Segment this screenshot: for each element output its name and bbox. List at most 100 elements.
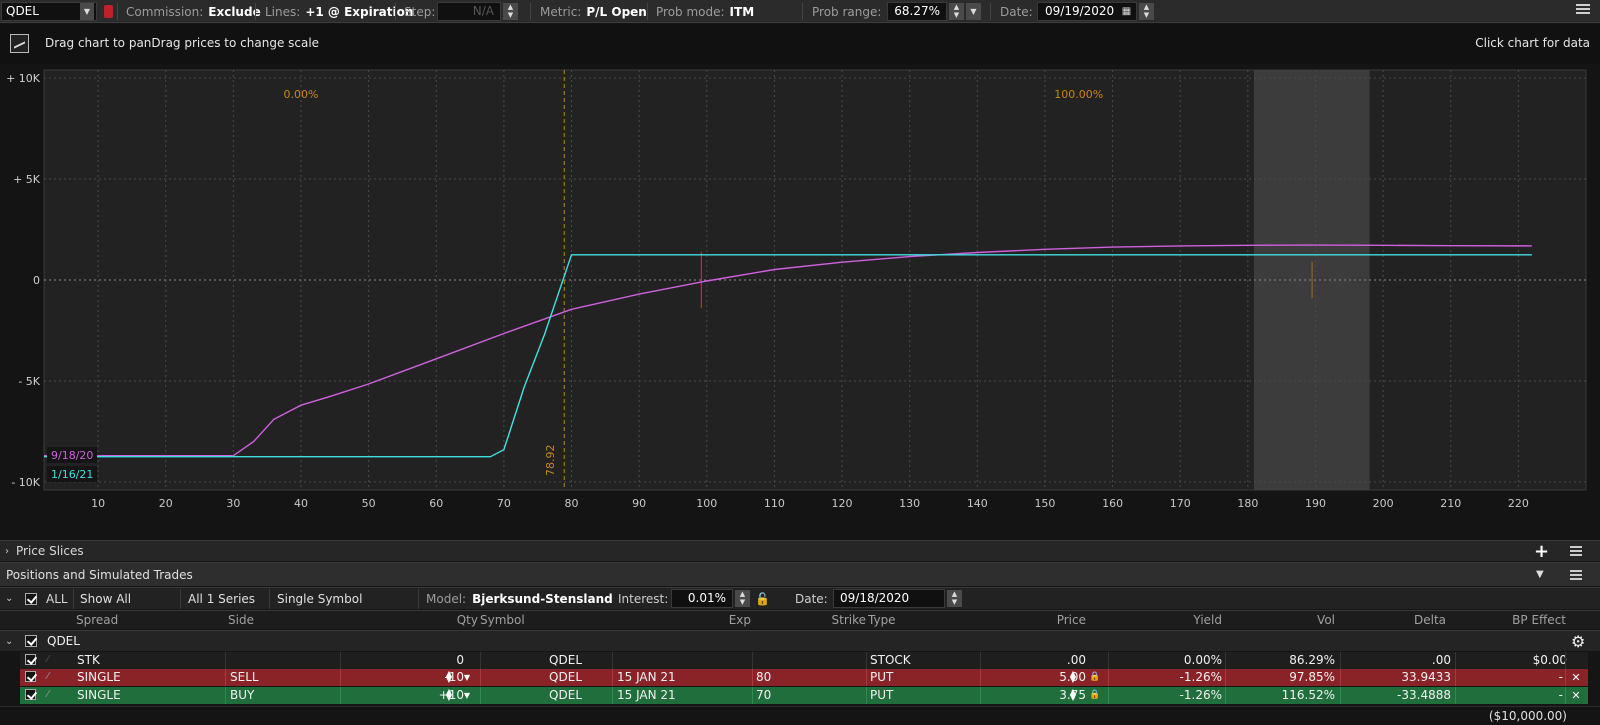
price-spinner-icon[interactable]: ▲ ▼ — [1068, 670, 1078, 684]
price-slices-bar[interactable]: › Price Slices + — [0, 540, 1600, 562]
col-yield[interactable]: Yield — [1160, 611, 1222, 630]
col-bp-effect[interactable]: BP Effect — [1490, 611, 1566, 630]
toolbar-menu-icon[interactable] — [1576, 4, 1590, 18]
series-dropdown[interactable]: All 1 Series — [182, 588, 270, 609]
group-chevron-icon[interactable]: ⌄ — [5, 636, 13, 647]
qty-spinner-icon[interactable]: ▲ ▼ — [444, 670, 454, 684]
lock-icon[interactable]: 🔒 — [1089, 671, 1100, 684]
symbol-dropdown-icon[interactable]: ▼ — [80, 3, 94, 20]
symbol-mode-dropdown[interactable]: Single Symbol — [271, 588, 419, 609]
cell-yield: 0.00% — [1183, 653, 1222, 667]
positions-filter-row: ⌄ ALL Show All All 1 Series Single Symbo… — [0, 587, 1600, 609]
lock-icon[interactable]: 🔒 — [1089, 689, 1100, 702]
row-checkbox[interactable] — [25, 654, 36, 665]
cell-exp[interactable] — [617, 652, 737, 669]
trade-graph-icon[interactable]: ⁄ — [47, 689, 67, 702]
position-row[interactable]: ⁄ STK 0 QDEL STOCK .00 0.00% 86.29% .00 $0.00 — [0, 652, 1600, 669]
col-symbol[interactable]: Symbol — [480, 611, 525, 630]
sim-date-spinner-icon[interactable]: ▲ ▼ — [947, 590, 962, 607]
col-exp[interactable]: Exp — [690, 611, 751, 630]
gear-icon[interactable]: ⚙ — [1571, 631, 1585, 651]
cell-strike[interactable]: 70 — [756, 687, 856, 704]
interest-input[interactable]: 0.01% — [671, 589, 733, 608]
position-row[interactable]: ⁄ SINGLE SELL -10 QDEL 15 JAN 21 80 PUT 5.00 -1.2… — [0, 669, 1600, 686]
cell-price[interactable]: .00 — [980, 652, 1086, 669]
lines-setting[interactable]: Lines: +1 @ Expiration — [265, 0, 413, 23]
col-type[interactable]: Type — [868, 611, 896, 630]
cell-strike[interactable]: 80 — [756, 669, 856, 686]
col-vol[interactable]: Vol — [1280, 611, 1335, 630]
row-checkbox[interactable] — [25, 689, 36, 700]
model-value[interactable]: Bjerksund-Stensland — [472, 592, 613, 606]
metric-setting[interactable]: Metric: P/L Open — [540, 0, 647, 23]
date-spinner-icon[interactable]: ▲ ▼ — [1139, 3, 1154, 20]
remove-row-icon[interactable]: ✕ — [1571, 689, 1581, 702]
cell-exp[interactable]: 15 JAN 21 — [617, 687, 737, 704]
x-tick-label: 70 — [497, 497, 511, 510]
positions-menu-icon[interactable] — [1570, 563, 1582, 586]
toolbar: QDEL ▼ Commission: Exclude Lines: +1 @ E… — [0, 0, 1600, 23]
cell-side[interactable]: SELL — [230, 669, 340, 686]
y-tick-label: + 5K — [13, 173, 41, 186]
probability-label: 100.00% — [1054, 88, 1103, 101]
probrange-input[interactable]: 68.27% — [887, 2, 947, 21]
collapse-icon[interactable]: ▼ — [1536, 563, 1544, 586]
trade-graph-icon[interactable]: ⁄ — [47, 654, 67, 667]
risk-profile-chart[interactable]: 10 20 30 40 50 60 70 80 90 100 110 120 130 140 150 160 1… — [0, 64, 1600, 526]
probrange-spinner-icon[interactable]: ▲ ▼ — [949, 3, 964, 20]
positions-title: Positions and Simulated Trades — [6, 567, 193, 582]
position-row[interactable]: ⁄ SINGLE BUY +10 QDEL 15 JAN 21 70 PUT 3.75 -1.26… — [0, 687, 1600, 704]
group-checkbox[interactable] — [25, 635, 37, 647]
col-side[interactable]: Side — [228, 611, 254, 630]
price-spinner-icon[interactable]: ▲ ▼ — [1068, 688, 1078, 702]
sim-date-input[interactable]: 09/18/2020 — [833, 589, 945, 608]
x-tick-label: 160 — [1102, 497, 1123, 510]
link-color-icon[interactable] — [104, 5, 113, 18]
cell-qty[interactable]: 0 — [340, 652, 464, 669]
positions-column-headers: Spread Side Qty Symbol Exp Strike Type P… — [0, 610, 1600, 629]
cell-symbol: QDEL — [549, 670, 582, 684]
x-tick-label: 180 — [1237, 497, 1258, 510]
legend-label: 1/16/21 — [51, 468, 93, 481]
cell-type: PUT — [870, 688, 894, 702]
y-tick-label: 0 — [33, 274, 40, 287]
x-tick-label: 20 — [159, 497, 173, 510]
col-spread[interactable]: Spread — [76, 611, 118, 630]
qty-spinner-icon[interactable]: ▲ ▼ — [444, 688, 454, 702]
probmode-setting[interactable]: Prob mode: ITM — [656, 0, 754, 23]
group-row[interactable]: ⌄ QDEL ⚙ — [0, 630, 1600, 651]
date-label: Date: — [1000, 4, 1033, 19]
chart-svg[interactable]: 10 20 30 40 50 60 70 80 90 100 110 120 130 140 150 160 1… — [0, 64, 1600, 526]
step-input[interactable]: N/A — [437, 2, 501, 21]
x-tick-label: 140 — [967, 497, 988, 510]
add-slice-icon[interactable]: + — [1534, 541, 1549, 562]
col-strike[interactable]: Strike — [800, 611, 867, 630]
all-checkbox[interactable] — [25, 592, 37, 605]
col-delta[interactable]: Delta — [1380, 611, 1446, 630]
lines-label: Lines: — [265, 4, 301, 19]
row-checkbox[interactable] — [25, 671, 36, 682]
col-qty[interactable]: Qty — [400, 611, 478, 630]
qty-dropdown-icon[interactable]: ▼ — [462, 671, 472, 684]
step-spinner-icon[interactable]: ▲ ▼ — [503, 3, 518, 20]
col-price[interactable]: Price — [1030, 611, 1086, 630]
chevron-right-icon[interactable]: › — [5, 546, 9, 557]
interest-spinner-icon[interactable]: ▲ ▼ — [735, 590, 750, 607]
commission-label: Commission: — [126, 4, 204, 19]
commission-setting[interactable]: Commission: Exclude — [126, 0, 261, 23]
chart-settings-icon[interactable] — [10, 34, 29, 53]
probrange-dropdown-icon[interactable]: ▼ — [966, 3, 981, 20]
lock-icon[interactable]: 🔓 — [755, 592, 770, 606]
show-all-dropdown[interactable]: Show All — [73, 588, 181, 609]
qty-dropdown-icon[interactable]: ▼ — [462, 689, 472, 702]
trade-graph-icon[interactable]: ⁄ — [47, 671, 67, 684]
calendar-icon[interactable]: ▦ — [1119, 3, 1134, 20]
remove-row-icon[interactable]: ✕ — [1571, 671, 1581, 684]
slices-menu-icon[interactable] — [1570, 541, 1582, 561]
cell-exp[interactable]: 15 JAN 21 — [617, 669, 737, 686]
cell-vol: 86.29% — [1289, 653, 1335, 667]
chevron-down-icon[interactable]: ⌄ — [5, 593, 13, 604]
cell-strike[interactable] — [756, 652, 856, 669]
cell-side[interactable]: BUY — [230, 687, 340, 704]
cell-side[interactable] — [230, 652, 340, 669]
